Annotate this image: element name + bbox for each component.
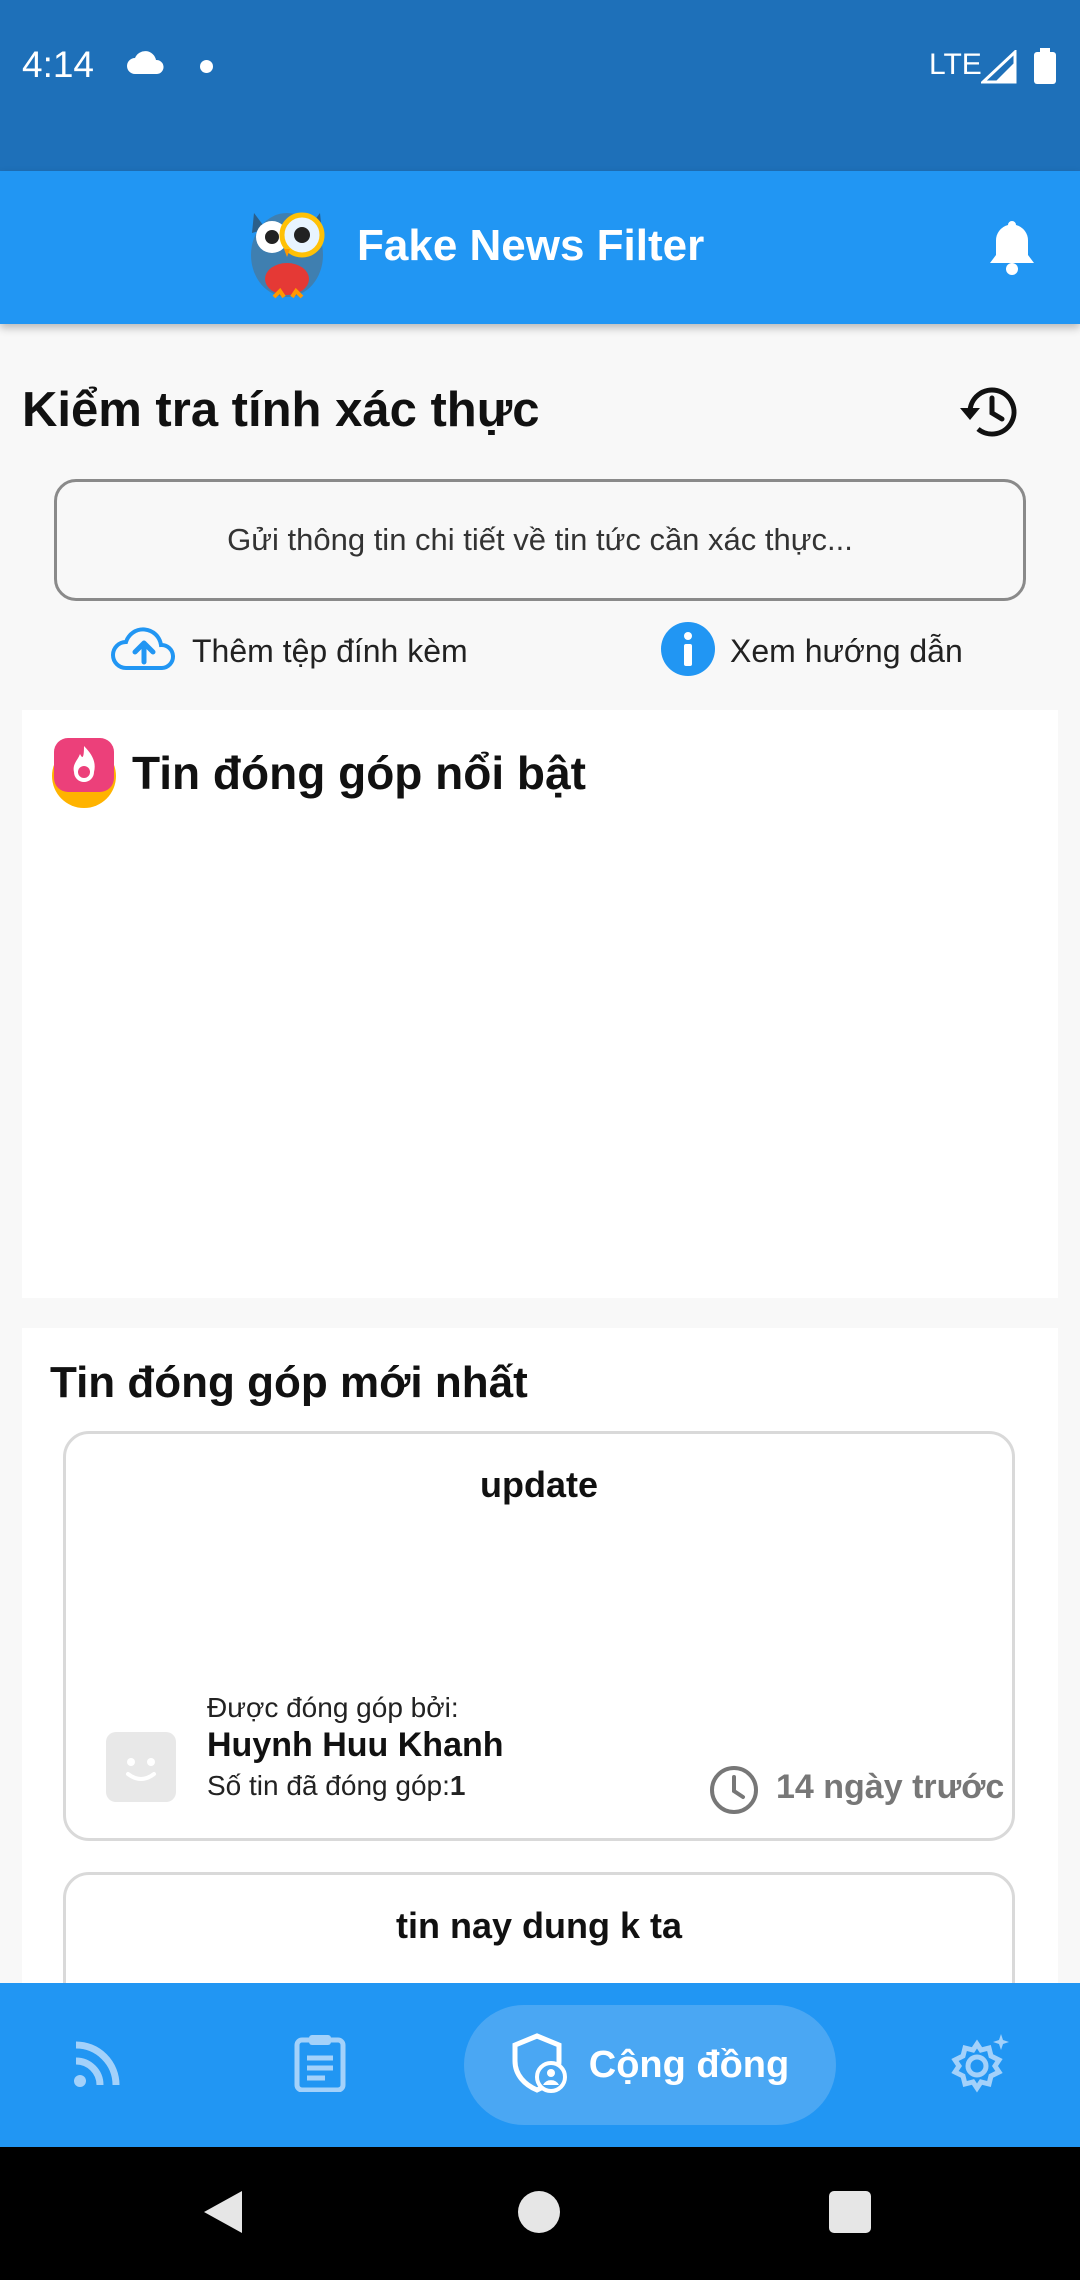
rss-icon <box>72 2037 124 2094</box>
attach-file-label: Thêm tệp đính kèm <box>192 632 468 669</box>
network-type: LTE <box>929 48 982 81</box>
info-icon <box>660 621 716 682</box>
clock-icon <box>708 1764 760 1821</box>
hot-fire-icon <box>50 738 118 813</box>
system-navigation-bar <box>0 2147 1080 2280</box>
avatar <box>106 1732 176 1802</box>
contributor-name: Huynh Huu Khanh <box>207 1726 504 1764</box>
recent-apps-icon[interactable] <box>829 2191 871 2233</box>
cloud-upload-icon <box>110 626 178 677</box>
contributed-by-label: Được đóng góp bởi: <box>207 1692 459 1723</box>
clipboard-icon <box>294 2034 346 2097</box>
nav-settings[interactable] <box>930 1983 1030 2147</box>
card-title: tin nay dung k ta <box>395 1905 682 1946</box>
settings-gear-icon <box>949 2032 1011 2099</box>
nav-feed[interactable] <box>48 1983 148 2147</box>
contribution-count-value: 1 <box>449 1770 466 1801</box>
view-guide-button[interactable]: Xem hướng dẫn <box>660 620 963 682</box>
notification-dot-icon <box>200 60 213 73</box>
signal-icon <box>979 48 1017 89</box>
latest-contributions-section: Tin đóng góp mới nhất update Được đóng g… <box>22 1328 1058 2072</box>
history-icon[interactable] <box>958 382 1022 447</box>
verify-input-placeholder: Gửi thông tin chi tiết về tin tức cần xá… <box>227 522 853 557</box>
shield-user-icon <box>511 2032 567 2098</box>
contribution-count-label: Số tin đã đóng góp: <box>207 1770 450 1801</box>
latest-title: Tin đóng góp mới nhất <box>50 1358 528 1407</box>
nav-community-label: Cộng đồng <box>588 2043 790 2086</box>
time-ago: 14 ngày trước <box>776 1768 1005 1806</box>
nav-community[interactable]: Cộng đồng <box>464 2005 836 2125</box>
home-icon[interactable] <box>518 2191 560 2233</box>
verify-title: Kiểm tra tính xác thực <box>22 383 540 437</box>
app-bar: Fake News Filter <box>0 171 1080 324</box>
attach-file-button[interactable]: Thêm tệp đính kèm <box>110 620 468 682</box>
status-time: 4:14 <box>22 44 95 85</box>
back-icon[interactable] <box>202 2189 244 2240</box>
battery-icon <box>1034 48 1056 89</box>
contribution-count: Số tin đã đóng góp:1 <box>207 1770 465 1802</box>
status-bar: 4:14 LTE <box>0 0 1080 171</box>
view-guide-label: Xem hướng dẫn <box>730 632 963 669</box>
card-title: update <box>479 1464 598 1505</box>
cloud-icon <box>126 50 166 81</box>
contribution-card[interactable]: update Được đóng góp bởi: Huynh Huu Khan… <box>63 1431 1015 1841</box>
featured-title: Tin đóng góp nổi bật <box>132 747 586 799</box>
nav-reports[interactable] <box>270 1983 370 2147</box>
bell-icon[interactable] <box>986 217 1038 280</box>
bottom-navigation: Cộng đồng <box>0 1983 1080 2147</box>
featured-contributions-card: Tin đóng góp nổi bật <box>22 710 1058 1298</box>
verify-input[interactable]: Gửi thông tin chi tiết về tin tức cần xá… <box>54 479 1026 601</box>
owl-logo-icon <box>244 193 330 306</box>
app-title: Fake News Filter <box>357 221 705 270</box>
